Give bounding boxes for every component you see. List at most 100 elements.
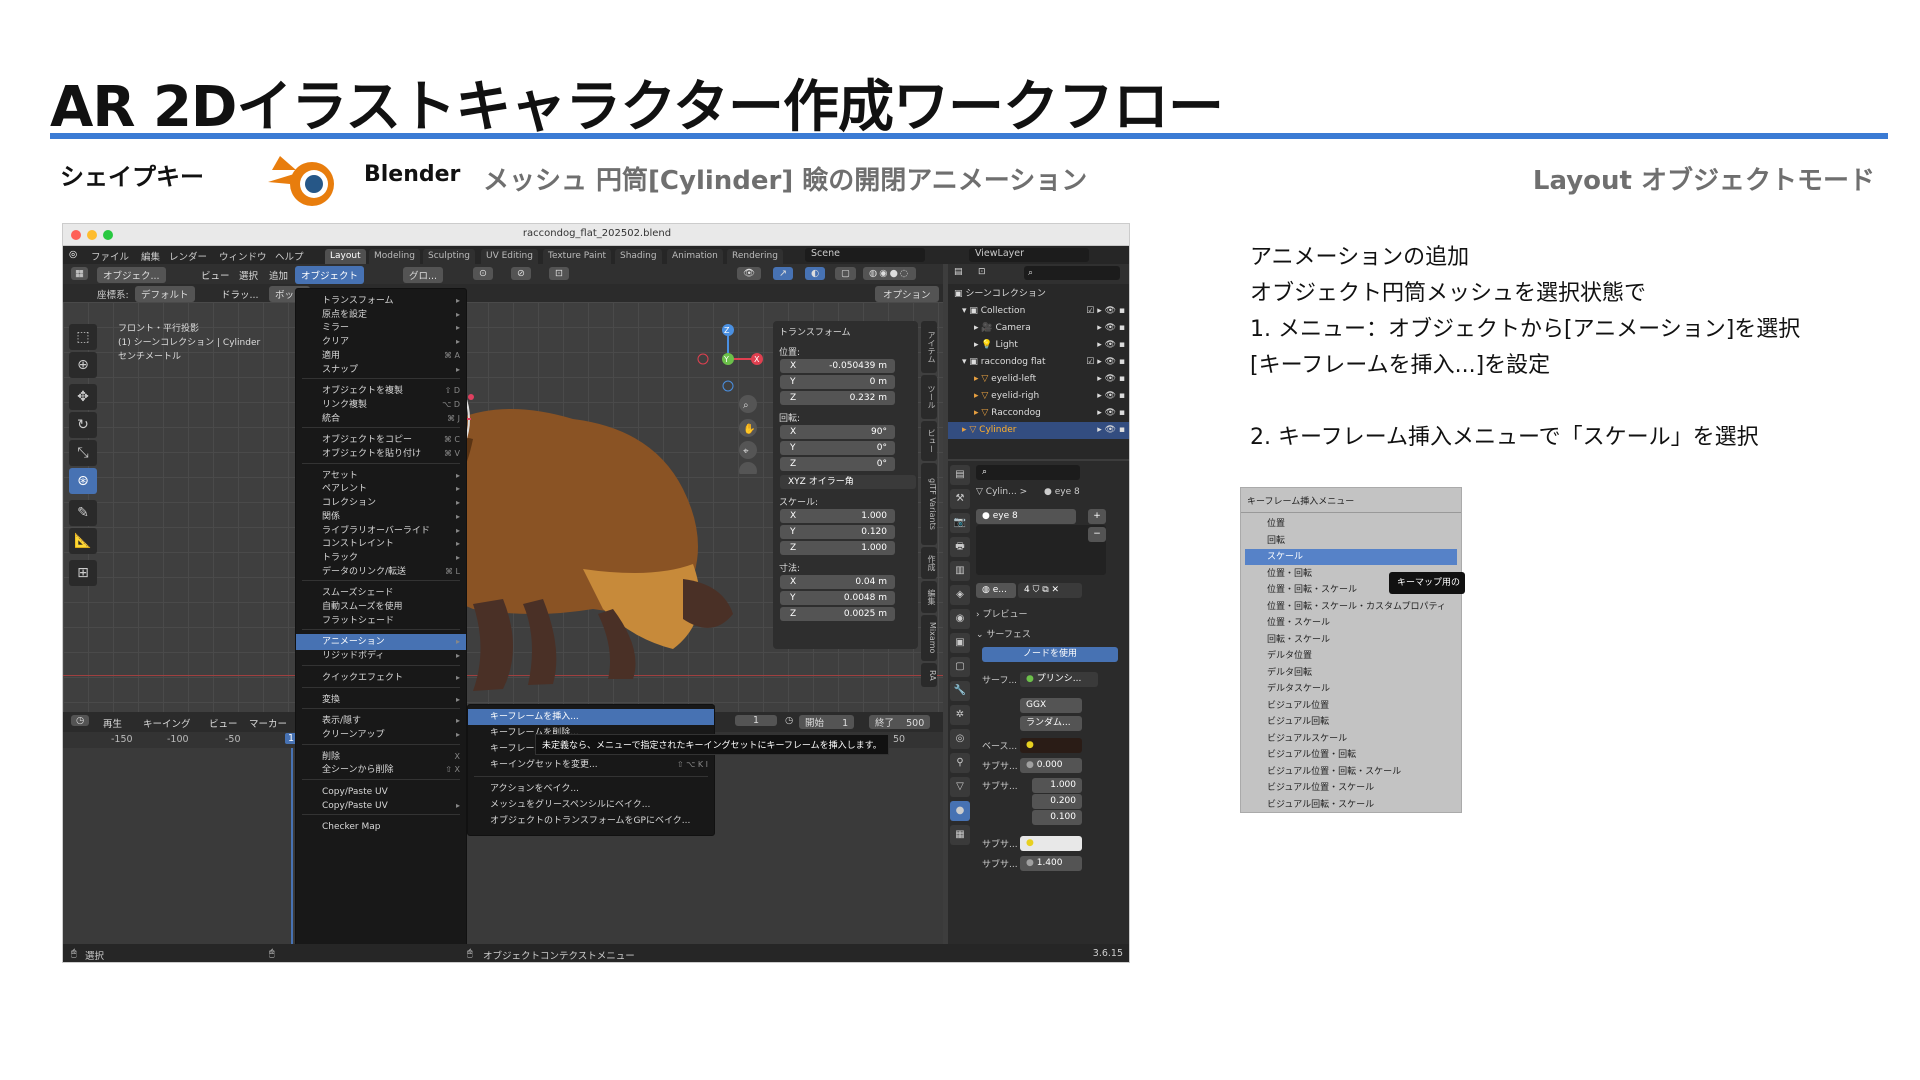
object-menu[interactable]: オブジェクト: [295, 266, 365, 284]
outliner-row-light[interactable]: ▸ 💡 Light ▸ 👁 ▪: [948, 337, 1129, 354]
options-dropdown[interactable]: オプション: [875, 286, 939, 302]
outliner-filter-icon[interactable]: ⊡: [978, 264, 986, 281]
tab-animation[interactable]: Animation: [667, 249, 723, 265]
radius-y-field[interactable]: 0.200: [1032, 794, 1082, 809]
object-menu-item[interactable]: データのリンク/転送 ⌘ L: [296, 564, 466, 580]
properties-search-field[interactable]: ⌕: [976, 465, 1080, 480]
select-menu[interactable]: 選択: [239, 268, 258, 282]
keyframe-menu-item[interactable]: デルタ回転: [1245, 665, 1457, 681]
rotate-tool-icon[interactable]: ↻: [69, 412, 97, 438]
proportional-edit-icon[interactable]: ⊡: [549, 267, 569, 280]
rotation-mode-dropdown[interactable]: XYZ オイラー角: [780, 475, 916, 489]
xray-icon[interactable]: ▢: [835, 267, 856, 280]
collection-props-icon[interactable]: ▣: [950, 633, 970, 653]
preview-panel-header[interactable]: › プレビュー: [976, 607, 1027, 620]
keyframe-menu-item[interactable]: 回転・スケール: [1245, 632, 1457, 648]
keying-menu[interactable]: キーイング: [143, 716, 191, 730]
outliner-row-scene-collection[interactable]: ▣ シーンコレクション: [948, 286, 1129, 303]
material-slot-list[interactable]: [976, 525, 1106, 575]
scene-selector[interactable]: Scene: [805, 248, 925, 262]
tab-shading[interactable]: Shading: [615, 249, 662, 265]
tab-view[interactable]: ビュー: [921, 421, 937, 461]
tool-props-icon[interactable]: ⚒: [950, 489, 970, 509]
end-frame-field[interactable]: 終了 500: [869, 715, 931, 729]
constraints-props-icon[interactable]: ⚲: [950, 753, 970, 773]
visibility-icons[interactable]: ▸ 👁 ▪: [1097, 422, 1125, 439]
scale-x-field[interactable]: X 1.000: [780, 509, 895, 523]
menu-file[interactable]: ファイル: [91, 249, 129, 263]
render-props-icon[interactable]: 📷: [950, 513, 970, 533]
keyframe-menu-item[interactable]: 位置・回転・スケール・カスタムプロパティ: [1245, 599, 1457, 615]
menu-edit[interactable]: 編集: [141, 249, 160, 263]
mode-dropdown[interactable]: オブジェク...: [97, 267, 166, 283]
outliner-row-collection[interactable]: ▾ ▣ Collection ☑ ▸ 👁 ▪: [948, 303, 1129, 320]
material-users[interactable]: 4 ⛉ ⧉ ✕: [1018, 583, 1082, 598]
gizmo-icon[interactable]: ↗: [773, 267, 793, 280]
subsurface-field[interactable]: ● 0.000: [1020, 758, 1082, 773]
visibility-icons[interactable]: ▸ 👁 ▪: [1097, 405, 1125, 422]
physics-props-icon[interactable]: ◎: [950, 729, 970, 749]
menu-help[interactable]: ヘルプ: [275, 249, 304, 263]
scale-z-field[interactable]: Z 1.000: [780, 541, 895, 555]
keyframe-menu-item[interactable]: ビジュアル位置・回転・スケール: [1245, 764, 1457, 780]
animation-submenu-item[interactable]: アクションをベイク...: [468, 781, 714, 797]
measure-tool-icon[interactable]: 📐: [69, 528, 97, 554]
dimensions-x-field[interactable]: X 0.04 m: [780, 575, 895, 589]
object-menu-item[interactable]: クイックエフェクト ▸: [296, 670, 466, 686]
playback-menu[interactable]: 再生: [103, 716, 122, 730]
object-menu-item[interactable]: 統合 ⌘ J: [296, 411, 466, 427]
tab-layout[interactable]: Layout: [325, 249, 366, 265]
animation-submenu-item[interactable]: オブジェクトのトランスフォームをGPにベイク...: [468, 813, 714, 829]
location-z-field[interactable]: Z 0.232 m: [780, 391, 895, 405]
keyframe-menu-item[interactable]: 位置・スケール: [1245, 615, 1457, 631]
current-frame-field[interactable]: 1: [735, 715, 778, 726]
scene-props-icon[interactable]: ◈: [950, 585, 970, 605]
object-menu-item[interactable]: Copy/Paste UV ▸: [296, 798, 466, 814]
texture-props-icon[interactable]: ▦: [950, 825, 970, 845]
visibility-icons[interactable]: ☑ ▸ 👁 ▪: [1086, 354, 1125, 371]
surface-shader-field[interactable]: ● プリンシ...: [1020, 672, 1098, 687]
drag-label[interactable]: ドラッ...: [221, 287, 259, 301]
coord-dropdown[interactable]: デフォルト: [135, 286, 195, 302]
tab-texture-paint[interactable]: Texture Paint: [543, 249, 612, 265]
world-props-icon[interactable]: ◉: [950, 609, 970, 629]
add-menu[interactable]: 追加: [269, 268, 288, 282]
menu-render[interactable]: レンダー: [169, 249, 207, 263]
scale-tool-icon[interactable]: ⤡: [69, 440, 97, 466]
annotate-tool-icon[interactable]: ✎: [69, 500, 97, 526]
material-slot[interactable]: ● eye 8: [976, 509, 1076, 524]
tab-mixamo[interactable]: Mixamo: [921, 615, 937, 661]
tab-rendering[interactable]: Rendering: [727, 249, 783, 265]
object-props-icon[interactable]: ▢: [950, 657, 970, 677]
subsurface-color-swatch[interactable]: ●: [1020, 836, 1082, 851]
visibility-icons[interactable]: ▸ 👁 ▪: [1097, 388, 1125, 405]
animation-submenu-item[interactable]: キーイングセットを変更... ⇧ ⌥ K I: [468, 757, 714, 773]
timeline-editor-type-icon[interactable]: ◷: [71, 715, 90, 726]
pivot-icon[interactable]: ⊙: [473, 267, 493, 280]
outliner-row-raccondog-flat[interactable]: ▾ ▣ raccondog flat ☑ ▸ 👁 ▪: [948, 354, 1129, 371]
keyframe-menu-item[interactable]: 回転: [1245, 533, 1457, 549]
transform-tool-icon[interactable]: ⊛: [69, 468, 97, 494]
output-props-icon[interactable]: 🖶: [950, 537, 970, 557]
properties-editor-icon[interactable]: ▤: [950, 465, 970, 485]
tab-edit[interactable]: 編集: [921, 581, 937, 613]
outliner-row-camera[interactable]: ▸ 🎥 Camera ▸ 👁 ▪: [948, 320, 1129, 337]
tab-sculpting[interactable]: Sculpting: [423, 249, 476, 265]
cursor-tool-icon[interactable]: ⊕: [69, 352, 97, 378]
subsurface-method-dropdown[interactable]: ランダム...: [1020, 716, 1082, 731]
radius-x-field[interactable]: 1.000: [1032, 778, 1082, 793]
keyframe-menu-item[interactable]: ビジュアルスケール: [1245, 731, 1457, 747]
view-menu[interactable]: ビュー: [201, 268, 230, 282]
outliner-row-raccondog[interactable]: ▸ ▽ Raccondog ▸ 👁 ▪: [948, 405, 1129, 422]
select-box-tool-icon[interactable]: ⬚: [69, 324, 97, 350]
location-x-field[interactable]: X -0.050439 m: [780, 359, 895, 373]
animation-submenu-item[interactable]: キーフレームを挿入...: [468, 709, 714, 725]
start-frame-field[interactable]: 開始 1: [799, 715, 855, 729]
breadcrumb-object[interactable]: ▽ Cylin... >: [976, 487, 1027, 497]
visibility-icons[interactable]: ▸ 👁 ▪: [1097, 337, 1125, 354]
outliner-row-eyelid-right[interactable]: ▸ ▽ eyelid-righ ▸ 👁 ▪: [948, 388, 1129, 405]
blender-menu-icon[interactable]: ◎: [69, 249, 77, 260]
scale-y-field[interactable]: Y 0.120: [780, 525, 895, 539]
keyframe-menu-item[interactable]: ビジュアル回転・スケール: [1245, 797, 1457, 813]
keyframe-menu-item[interactable]: ビジュアル位置・回転: [1245, 747, 1457, 763]
